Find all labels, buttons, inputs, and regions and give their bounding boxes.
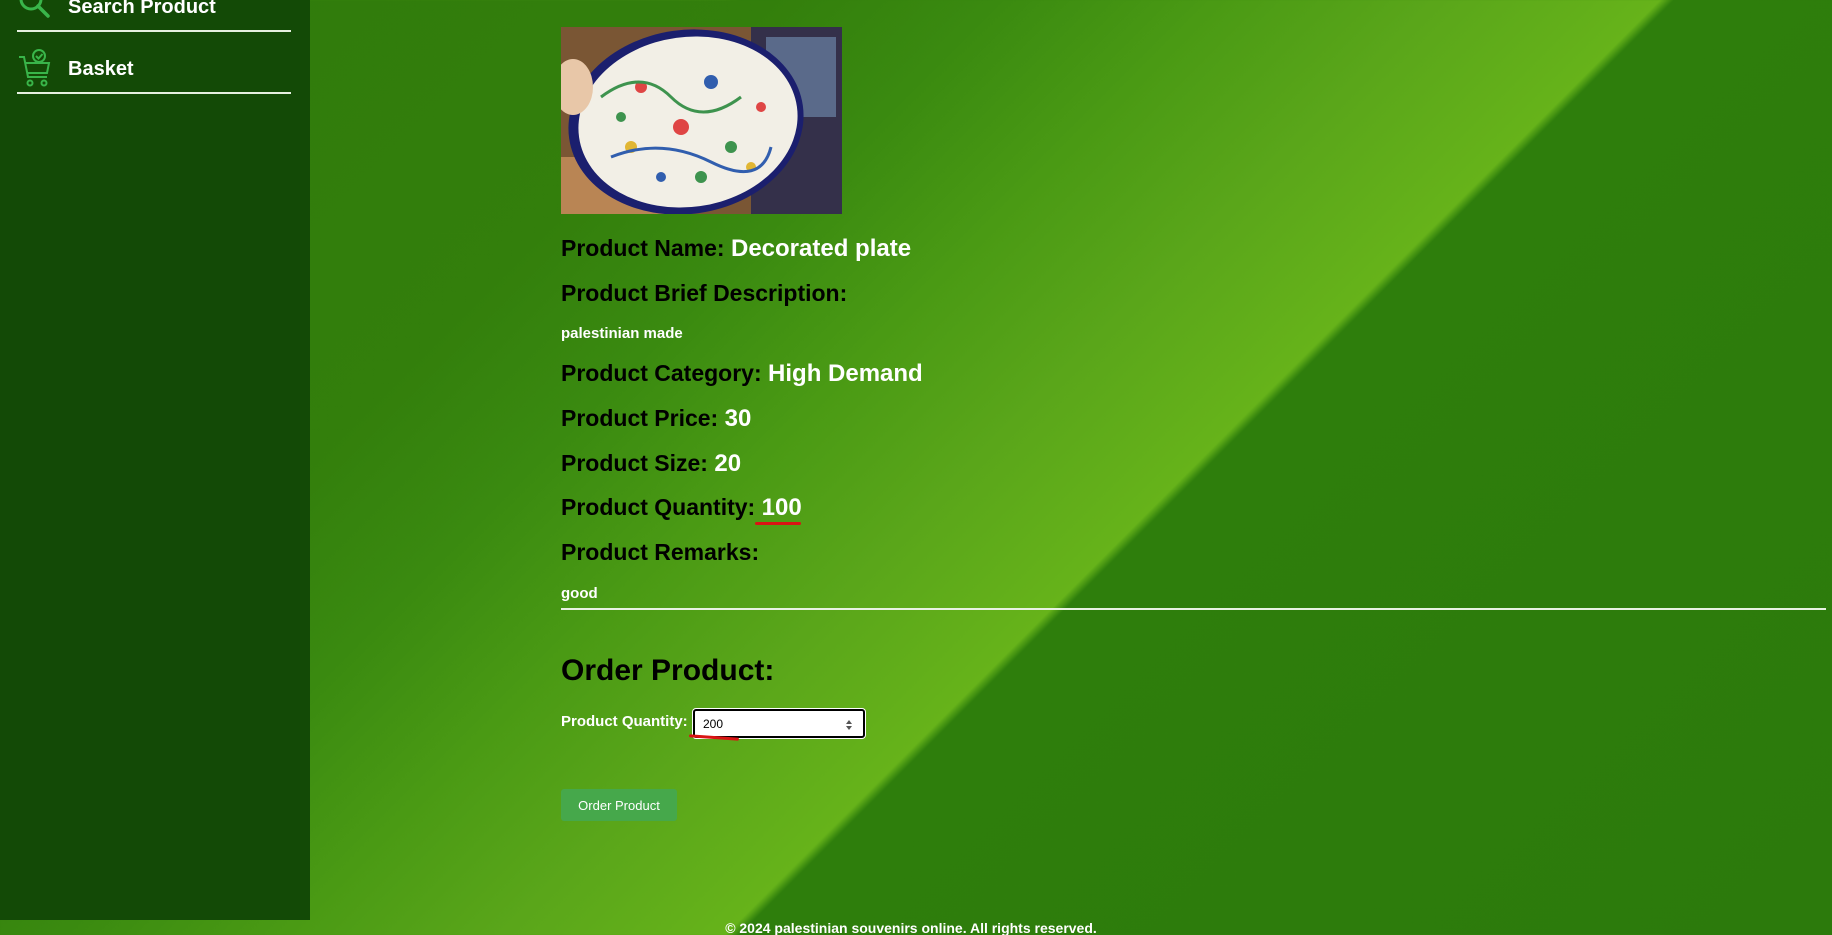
product-category-row: Product Category: High Demand bbox=[561, 360, 923, 388]
red-underline-annotation bbox=[755, 522, 801, 525]
product-quantity-row: Product Quantity: 100 bbox=[561, 494, 802, 522]
product-size-row: Product Size: 20 bbox=[561, 450, 741, 478]
product-quantity-value: 100 bbox=[761, 494, 802, 521]
order-section-title: Order Product: bbox=[561, 654, 775, 687]
order-quantity-input[interactable] bbox=[695, 715, 835, 732]
order-quantity-field[interactable] bbox=[693, 709, 865, 738]
product-name-row: Product Name: Decorated plate bbox=[561, 235, 911, 263]
product-price-row: Product Price: 30 bbox=[561, 405, 751, 433]
product-price-value: 30 bbox=[724, 405, 752, 432]
product-name-value: Decorated plate bbox=[730, 235, 912, 262]
product-price-label: Product Price: bbox=[561, 405, 719, 431]
product-category-label: Product Category: bbox=[561, 360, 762, 386]
section-divider bbox=[561, 608, 1826, 610]
product-image bbox=[561, 27, 842, 214]
product-description-label: Product Brief Description: bbox=[561, 280, 848, 306]
order-product-button[interactable]: Order Product bbox=[561, 789, 677, 821]
product-size-label: Product Size: bbox=[561, 450, 708, 476]
sidebar-item-label: Search Product bbox=[68, 0, 216, 18]
product-description-value: palestinian made bbox=[561, 325, 683, 342]
quantity-stepper-icon[interactable] bbox=[845, 718, 853, 730]
product-size-value: 20 bbox=[714, 450, 742, 477]
sidebar: Search Product Basket bbox=[0, 0, 310, 920]
sidebar-item-basket[interactable]: Basket bbox=[17, 46, 291, 94]
search-icon bbox=[17, 0, 53, 27]
product-category-value: High Demand bbox=[768, 360, 923, 387]
product-remarks-row: Product Remarks: bbox=[561, 539, 759, 566]
sidebar-item-label: Basket bbox=[68, 57, 134, 80]
product-remarks-value: good bbox=[561, 585, 598, 602]
basket-icon bbox=[17, 49, 53, 89]
product-quantity-label: Product Quantity: bbox=[561, 494, 756, 520]
footer: © 2024 palestinian souvenirs online. All… bbox=[0, 920, 1832, 935]
product-remarks-label: Product Remarks: bbox=[561, 539, 760, 565]
product-name-label: Product Name: bbox=[561, 235, 725, 261]
product-description-row: Product Brief Description: bbox=[561, 280, 847, 307]
sidebar-item-search-product[interactable]: Search Product bbox=[17, 0, 291, 32]
order-quantity-label: Product Quantity: bbox=[561, 713, 688, 730]
copyright-text: © 2024 palestinian souvenirs online. All… bbox=[725, 920, 1097, 935]
